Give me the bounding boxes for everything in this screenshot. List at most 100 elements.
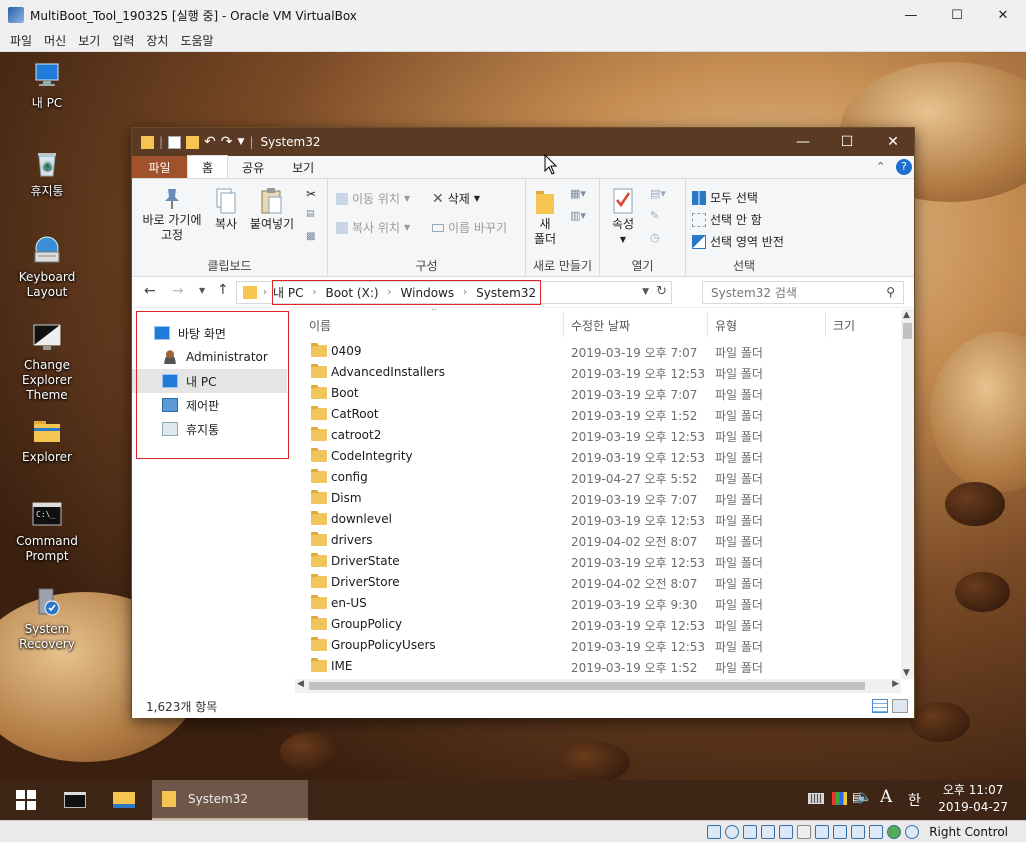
vbox-menu-devices[interactable]: 장치	[140, 32, 174, 49]
properties-button[interactable]: 속성 ▼	[606, 187, 640, 247]
vbox-menu-input[interactable]: 입력	[106, 32, 140, 49]
select-none-button[interactable]: 선택 안 함	[692, 211, 762, 228]
table-row[interactable]: config 2019-04-27 오후 5:52 파일 폴더	[297, 467, 902, 488]
desktop-icon-command-prompt[interactable]: C:\_ Command Prompt	[2, 498, 92, 564]
desktop-icon-my-pc[interactable]: 내 PC	[2, 60, 92, 111]
tab-share[interactable]: 공유	[228, 156, 278, 178]
scroll-right-icon[interactable]: ▶	[892, 679, 899, 689]
column-header-type[interactable]: 유형	[715, 317, 737, 334]
open-icon[interactable]: ▤▾	[650, 187, 666, 200]
search-input[interactable]: System32 검색 ⚲	[702, 281, 904, 304]
scroll-left-icon[interactable]: ◀	[297, 679, 304, 689]
video-capture-status-icon[interactable]	[833, 824, 848, 839]
undo-icon[interactable]: ↶	[204, 134, 216, 150]
table-row[interactable]: catroot2 2019-03-19 오후 12:53 파일 폴더	[297, 425, 902, 446]
vbox-maximize-button[interactable]: ☐	[934, 0, 980, 30]
easy-access-icon[interactable]: ▥▾	[570, 209, 586, 222]
hard-disk-status-icon[interactable]	[707, 824, 722, 839]
edit-icon[interactable]: ✎	[650, 209, 659, 222]
table-row[interactable]: Dism 2019-03-19 오후 7:07 파일 폴더	[297, 488, 902, 509]
invert-selection-button[interactable]: 선택 영역 반전	[692, 233, 784, 250]
column-header-size[interactable]: 크기	[833, 317, 855, 334]
table-row[interactable]: downlevel 2019-03-19 오후 12:53 파일 폴더	[297, 509, 902, 530]
up-arrow-icon[interactable]: ↑	[217, 282, 229, 298]
desktop-icon-explorer[interactable]: Explorer	[2, 414, 92, 465]
tab-view[interactable]: 보기	[278, 156, 328, 178]
move-to-button[interactable]: 이동 위치 ▼	[336, 190, 410, 207]
explorer-maximize-button[interactable]: ☐	[824, 128, 870, 156]
vertical-scrollbar[interactable]: ▲ ▼	[901, 309, 914, 679]
table-row[interactable]: DriverStore 2019-04-02 오전 8:07 파일 폴더	[297, 572, 902, 593]
keyboard-tray-icon[interactable]	[808, 793, 824, 804]
optical-drive-status-icon[interactable]	[725, 824, 740, 839]
scrollbar-thumb[interactable]	[903, 323, 912, 339]
pin-quick-access-button[interactable]: 바로 가기에 고정	[138, 187, 206, 243]
explorer-minimize-button[interactable]: —	[780, 128, 826, 156]
volume-tray-icon[interactable]: 🔈	[856, 790, 872, 805]
cpu-status-icon[interactable]	[869, 824, 884, 839]
scroll-up-icon[interactable]: ▲	[903, 310, 910, 320]
desktop-icon-recycle-bin[interactable]: ♻ 휴지통	[2, 148, 92, 199]
display-status-icon[interactable]	[815, 824, 830, 839]
explorer-close-button[interactable]: ✕	[870, 128, 916, 156]
network-status-icon[interactable]	[761, 824, 776, 839]
vbox-menu-help[interactable]: 도움말	[174, 32, 219, 49]
table-row[interactable]: GroupPolicyUsers 2019-03-19 오후 12:53 파일 폴더	[297, 635, 902, 656]
audio-status-icon[interactable]	[743, 824, 758, 839]
table-row[interactable]: en-US 2019-03-19 오후 9:30 파일 폴더	[297, 593, 902, 614]
table-row[interactable]: CodeIntegrity 2019-03-19 오후 12:53 파일 폴더	[297, 446, 902, 467]
details-view-icon[interactable]	[872, 699, 888, 713]
table-row[interactable]: CatRoot 2019-03-19 오후 1:52 파일 폴더	[297, 404, 902, 425]
scroll-down-icon[interactable]: ▼	[903, 668, 910, 678]
taskbar-clock[interactable]: 오후 11:07 2019-04-27	[938, 782, 1008, 816]
table-row[interactable]: IME 2019-03-19 오후 1:52 파일 폴더	[297, 656, 902, 677]
tab-file[interactable]: 파일	[132, 156, 187, 178]
table-row[interactable]: GroupPolicy 2019-03-19 오후 12:53 파일 폴더	[297, 614, 902, 635]
ime-mode-indicator[interactable]: A	[880, 787, 892, 807]
select-all-button[interactable]: 모두 선택	[692, 189, 758, 206]
rename-button[interactable]: 이름 바꾸기	[432, 219, 507, 236]
new-folder-icon[interactable]	[186, 135, 200, 149]
scrollbar-thumb[interactable]	[309, 682, 865, 690]
address-dropdown-icon[interactable]: ▼	[642, 287, 649, 297]
vbox-menu-machine[interactable]: 머신	[38, 32, 72, 49]
table-row[interactable]: Boot 2019-03-19 오후 7:07 파일 폴더	[297, 383, 902, 404]
new-item-icon[interactable]: ▦▾	[570, 187, 586, 200]
table-row[interactable]: DriverState 2019-03-19 오후 12:53 파일 폴더	[297, 551, 902, 572]
shared-folders-status-icon[interactable]	[797, 824, 812, 839]
vbox-minimize-button[interactable]: —	[888, 0, 934, 30]
help-icon[interactable]: ?	[896, 159, 912, 175]
table-row[interactable]: drivers 2019-04-02 오전 8:07 파일 폴더	[297, 530, 902, 551]
delete-button[interactable]: ✕ 삭제 ▼	[432, 190, 480, 207]
large-icons-view-icon[interactable]	[892, 699, 908, 713]
paste-button[interactable]: 붙여넣기	[246, 187, 298, 232]
horizontal-scrollbar[interactable]: ◀ ▶	[295, 679, 901, 693]
copy-path-icon[interactable]: ▤	[306, 209, 315, 219]
usb-status-icon[interactable]	[779, 824, 794, 839]
properties-icon[interactable]	[168, 135, 182, 149]
table-row[interactable]: AdvancedInstallers 2019-03-19 오후 12:53 파일 …	[297, 362, 902, 383]
forward-arrow-icon[interactable]: →	[172, 283, 184, 299]
guest-additions-status-icon[interactable]	[887, 824, 902, 839]
copy-to-button[interactable]: 복사 위치 ▼	[336, 219, 410, 236]
cut-icon[interactable]: ✂	[306, 187, 316, 201]
mouse-integration-status-icon[interactable]	[905, 824, 920, 839]
vbox-menu-file[interactable]: 파일	[4, 32, 38, 49]
new-folder-button[interactable]: 새 폴더	[532, 187, 558, 247]
display-tray-icon[interactable]	[832, 792, 847, 805]
vbox-close-button[interactable]: ✕	[980, 0, 1026, 30]
history-icon[interactable]: ◷	[650, 231, 660, 244]
refresh-icon[interactable]: ↻	[656, 284, 667, 299]
taskbar-file-explorer[interactable]	[100, 780, 148, 820]
start-button[interactable]	[0, 780, 52, 820]
desktop-icon-keyboard-layout[interactable]: Keyboard Layout	[2, 234, 92, 300]
virtualization-status-icon[interactable]	[851, 824, 866, 839]
ime-language-indicator[interactable]: 한	[908, 790, 921, 810]
copy-button[interactable]: 복사	[210, 187, 242, 232]
redo-icon[interactable]: ↷	[221, 134, 233, 150]
column-header-date-modified[interactable]: 수정한 날짜	[571, 317, 630, 334]
tab-home[interactable]: 홈	[187, 155, 229, 178]
search-icon[interactable]: ⚲	[886, 285, 895, 299]
table-row[interactable]: 0409 2019-03-19 오후 7:07 파일 폴더	[297, 341, 902, 362]
taskbar-command-prompt[interactable]	[52, 780, 98, 820]
